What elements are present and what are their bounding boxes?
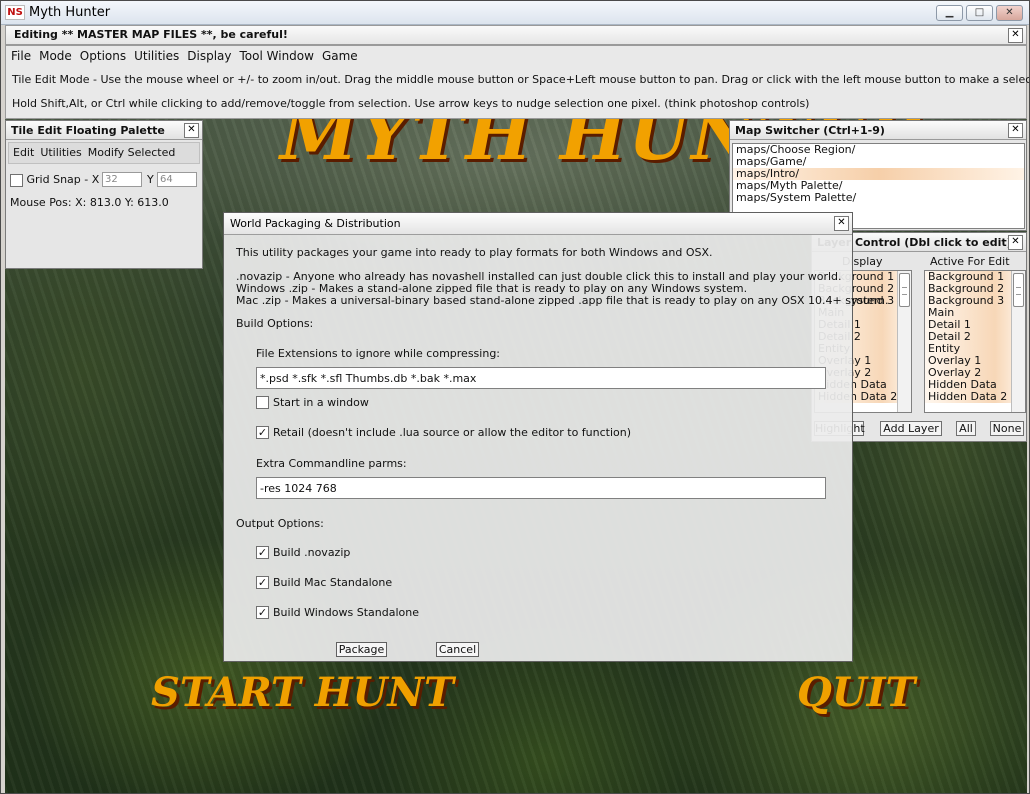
- menu-options[interactable]: Options: [79, 49, 127, 63]
- menu-game[interactable]: Game: [321, 49, 359, 63]
- menu-tool-window[interactable]: Tool Window: [239, 49, 315, 63]
- tile-edit-palette: Tile Edit Floating Palette ✕ Edit Utilit…: [5, 120, 203, 269]
- commandline-label: Extra Commandline parms:: [256, 457, 407, 470]
- start-in-window-option[interactable]: Start in a window: [256, 396, 369, 409]
- cancel-button[interactable]: Cancel: [436, 642, 479, 657]
- editor-menubar: File Mode Options Utilities Display Tool…: [10, 49, 359, 63]
- mode-hint-line2: Hold Shift,Alt, or Ctrl while clicking t…: [12, 97, 810, 110]
- menu-display[interactable]: Display: [186, 49, 232, 63]
- grid-snap-checkbox[interactable]: [10, 173, 23, 187]
- grid-snap-label: Grid Snap - X: [26, 173, 100, 186]
- build-mac-option[interactable]: ✓ Build Mac Standalone: [256, 576, 392, 589]
- grid-y-label: Y: [147, 173, 154, 186]
- build-windows-label: Build Windows Standalone: [273, 606, 419, 619]
- tile-palette-close-icon[interactable]: ✕: [184, 123, 199, 138]
- add-layer-button[interactable]: Add Layer: [880, 421, 942, 436]
- start-in-window-label: Start in a window: [273, 396, 369, 409]
- tile-palette-title: Tile Edit Floating Palette: [6, 121, 202, 140]
- active-layer-item[interactable]: Hidden Data 2: [925, 391, 1025, 403]
- dialog-intro-text: This utility packages your game into rea…: [236, 246, 713, 259]
- mode-hint-line1: Tile Edit Mode - Use the mouse wheel or …: [12, 73, 1030, 86]
- retail-option[interactable]: ✓ Retail (doesn't include .lua source or…: [256, 426, 631, 439]
- display-scroll-thumb[interactable]: [899, 273, 910, 307]
- all-layers-button[interactable]: All: [956, 421, 976, 436]
- build-mac-checkbox[interactable]: ✓: [256, 576, 269, 589]
- window-titlebar: NS Myth Hunter ▁ □ ✕: [1, 1, 1029, 25]
- app-window: MYTH HUNTER START HUNT QUIT NS Myth Hunt…: [0, 0, 1030, 794]
- menu-mode[interactable]: Mode: [38, 49, 73, 63]
- menu-utilities[interactable]: Utilities: [133, 49, 180, 63]
- no-layers-button[interactable]: None: [990, 421, 1024, 436]
- menu-file[interactable]: File: [10, 49, 32, 63]
- retail-checkbox[interactable]: ✓: [256, 426, 269, 439]
- maximize-button[interactable]: □: [966, 5, 993, 21]
- banner-close-icon[interactable]: ✕: [1008, 28, 1023, 43]
- mac-zip-description: Mac .zip - Makes a universal-binary base…: [236, 294, 889, 307]
- layer-control-close-icon[interactable]: ✕: [1008, 235, 1023, 250]
- tile-menu-edit[interactable]: Edit: [13, 146, 34, 163]
- tile-palette-menubar: Edit Utilities Modify Selected: [8, 142, 200, 164]
- build-novazip-option[interactable]: ✓ Build .novazip: [256, 546, 350, 559]
- editor-panel: File Mode Options Utilities Display Tool…: [5, 45, 1030, 119]
- build-novazip-label: Build .novazip: [273, 546, 351, 559]
- mouse-position-readout: Mouse Pos: X: 813.0 Y: 613.0: [10, 196, 169, 209]
- editing-banner: Editing ** MASTER MAP FILES **, be caref…: [5, 25, 1027, 45]
- build-options-heading: Build Options:: [236, 317, 314, 330]
- retail-label: Retail (doesn't include .lua source or a…: [273, 426, 632, 439]
- build-mac-label: Build Mac Standalone: [273, 576, 393, 589]
- output-options-heading: Output Options:: [236, 517, 324, 530]
- grid-y-input[interactable]: 64: [157, 172, 197, 187]
- editing-banner-text: Editing ** MASTER MAP FILES **, be caref…: [14, 28, 288, 41]
- tile-menu-modify-selected[interactable]: Modify Selected: [88, 146, 176, 163]
- build-windows-option[interactable]: ✓ Build Windows Standalone: [256, 606, 419, 619]
- active-column-header: Active For Edit: [930, 255, 1010, 268]
- map-switcher-close-icon[interactable]: ✕: [1008, 123, 1023, 138]
- commandline-input[interactable]: -res 1024 768: [256, 477, 826, 499]
- build-novazip-checkbox[interactable]: ✓: [256, 546, 269, 559]
- start-hunt-button[interactable]: START HUNT: [151, 669, 454, 716]
- active-scroll-thumb[interactable]: [1013, 273, 1024, 307]
- map-switcher-title: Map Switcher (Ctrl+1-9): [730, 121, 1026, 140]
- grid-x-input[interactable]: 32: [102, 172, 142, 187]
- window-title: Myth Hunter: [29, 5, 111, 20]
- display-list-scrollbar[interactable]: [897, 271, 911, 412]
- build-windows-checkbox[interactable]: ✓: [256, 606, 269, 619]
- ignore-extensions-label: File Extensions to ignore while compress…: [256, 347, 501, 360]
- app-icon: NS: [5, 5, 25, 20]
- tile-menu-utilities[interactable]: Utilities: [40, 146, 81, 163]
- quit-button[interactable]: QUIT: [797, 669, 915, 716]
- ignore-extensions-input[interactable]: *.psd *.sfk *.sfl Thumbs.db *.bak *.max: [256, 367, 826, 389]
- active-layer-list: Background 1 Background 2 Background 3 M…: [924, 270, 1026, 413]
- start-in-window-checkbox[interactable]: [256, 396, 269, 409]
- close-button[interactable]: ✕: [996, 5, 1023, 21]
- dialog-close-icon[interactable]: ✕: [834, 216, 849, 231]
- world-packaging-dialog: World Packaging & Distribution ✕ This ut…: [223, 212, 889, 662]
- minimize-button[interactable]: ▁: [936, 5, 963, 21]
- dialog-title: World Packaging & Distribution: [224, 213, 852, 235]
- active-list-scrollbar[interactable]: [1011, 271, 1025, 412]
- map-item-system-palette[interactable]: maps/System Palette/: [733, 192, 1024, 204]
- package-button[interactable]: Package: [336, 642, 387, 657]
